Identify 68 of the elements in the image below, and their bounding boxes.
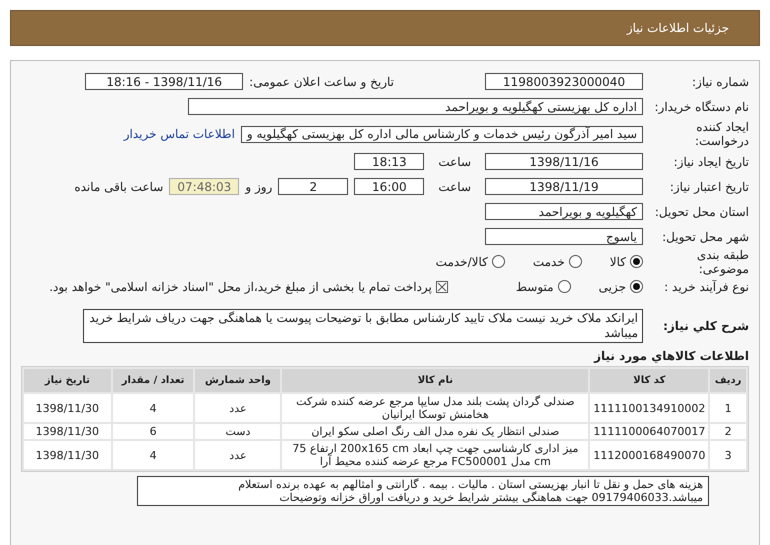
days-field: 2: [278, 178, 348, 195]
field-label: تاریخ و ساعت اعلان عمومی:: [249, 74, 394, 88]
radio-label: متوسط: [516, 280, 554, 294]
radio-label: جزیی: [598, 280, 626, 294]
radio-button[interactable]: [630, 255, 643, 268]
radio-label: کالا/خدمت: [436, 254, 488, 268]
time-field: 16:00: [354, 178, 424, 195]
table-cell: 1398/11/30: [24, 441, 111, 469]
field-label: شماره نیاز:: [691, 74, 749, 88]
table-cell: صندلی انتظار یک نفره مدل الف رنگ اصلی سکو ایران: [282, 424, 588, 439]
table-cell: 6: [112, 424, 194, 439]
field-label: تاریخ ایجاد نیاز:: [672, 154, 749, 168]
field-label: تاریخ اعتبار نیاز:: [668, 180, 749, 194]
description-box: ایرانکد ملاک خرید نیست ملاک تایید کارشناس مطابق با توضیحات پیوست یا هماهنگی جهت دریاف شرایط خرید میباشد: [83, 309, 643, 343]
field-label: طبقه بندی موضوعی:: [696, 248, 749, 276]
radio-button[interactable]: [568, 255, 582, 268]
province-field: کهگیلویه و بویراحمد: [485, 203, 643, 220]
table-cell: دست: [195, 424, 280, 439]
date-field: 1398/11/19: [485, 178, 643, 195]
date-field: 1398/11/16: [485, 153, 643, 170]
field-label: ایجاد کننده درخواست:: [694, 120, 749, 148]
field-label: روز و: [245, 180, 272, 194]
table-cell: میز اداری کارشناسی جهت چپ ابعاد 200x165 cm ارتفاع 75 cm مدل FC500001 مرجع عرضه کننده محیط آرا: [282, 441, 588, 469]
table-cell: 1398/11/30: [24, 424, 111, 439]
column-header: تعداد / مقدار: [112, 369, 194, 392]
table-cell: عدد: [195, 394, 280, 422]
table-cell: 1: [710, 394, 746, 422]
field-label: ساعت: [438, 154, 471, 168]
radio-label: کالا: [610, 254, 626, 268]
field-label: ساعت باقی مانده: [74, 180, 164, 194]
announce-date-field: 1398/11/16 - 18:16: [85, 73, 244, 90]
remaining-time-field: 07:48:03: [169, 178, 240, 195]
table-cell: 1111100064070017: [590, 424, 708, 439]
column-header: واحد شمارش: [195, 369, 280, 392]
radio-button[interactable]: [492, 255, 505, 268]
field-label: استان محل تحویل:: [654, 204, 749, 218]
table-cell: 2: [710, 424, 746, 439]
table-cell: 3: [710, 441, 746, 469]
checkbox[interactable]: [436, 280, 448, 292]
radio-button[interactable]: [558, 280, 571, 293]
city-field: یاسوج: [485, 228, 643, 245]
creator-field: سید امیر آذرگون رئیس خدمات و کارشناس مالی اداره کل بهزیستی کهگیلویه و: [240, 126, 643, 142]
table-cell: عدد: [195, 441, 280, 469]
table-cell: 1112000168490070: [590, 441, 708, 469]
buyer-field: اداره کل بهزیستی کهگیلویه و بویراحمد: [188, 98, 643, 115]
table-cell: صندلی گردان پشت بلند مدل سایپا مرجع عرضه کننده شرکت هخامنش توسکا ایرانیان: [282, 394, 588, 422]
contact-link[interactable]: اطلاعات تماس خریدار: [124, 127, 235, 141]
buyer-notes-box: هزینه های حمل و نقل تا انبار بهزیستی استان . مالیات . بیمه . گارانتی و امثالهم به عهده برنده استعلام میباشد.09179406033 جهت هماهنگی بیشتر شرایط خرید و دریافت اوراق خزانه وتوضیحات: [137, 476, 709, 506]
field-label: نوع فرآیند خرید :: [663, 280, 749, 294]
radio-button[interactable]: [630, 280, 643, 293]
field-label: شهر محل تحویل:: [661, 230, 749, 244]
section-title: اطلاعات کالاهاي مورد نياز: [592, 349, 749, 363]
checkbox-label: پرداخت تمام یا بخشی از مبلغ خرید،از محل "اسناد خزانه اسلامی" خواهد بود.: [49, 280, 432, 294]
table-cell: 1398/11/30: [24, 394, 111, 422]
field-label: نام دستگاه خریدار:: [654, 100, 749, 114]
field-label: شرح کلي نياز:: [662, 319, 749, 333]
table-cell: 4: [112, 441, 194, 469]
column-header: ردیف: [710, 369, 746, 392]
column-header: کد کالا: [590, 369, 708, 392]
time-field: 18:13: [354, 153, 424, 170]
field-label: ساعت: [438, 180, 471, 194]
radio-label: خدمت: [532, 254, 565, 268]
column-header: تاریخ نیاز: [24, 369, 111, 392]
header-title: جزئیات اطلاعات نیاز: [626, 21, 729, 35]
table-cell: 1111100134910002: [590, 394, 708, 422]
need-number-field: 1198003923000040: [485, 73, 643, 90]
column-header: نام کالا: [282, 369, 588, 392]
table-cell: 4: [112, 394, 194, 422]
